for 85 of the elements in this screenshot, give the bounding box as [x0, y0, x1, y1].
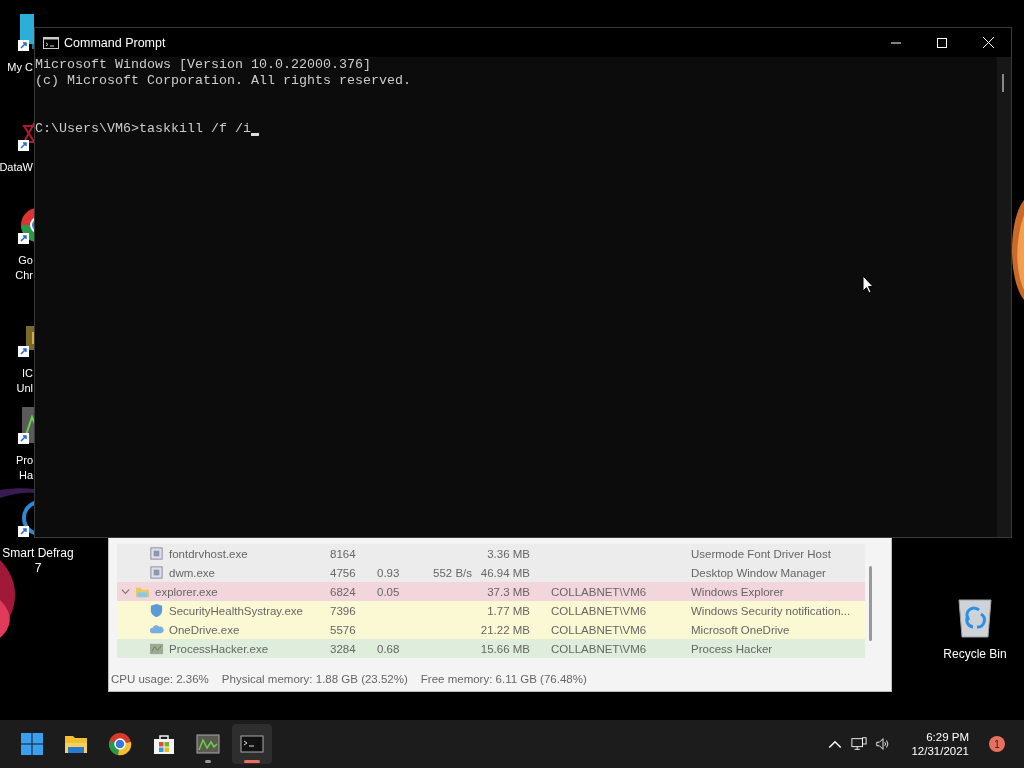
- icon-label: Smart Defrag: [2, 546, 74, 561]
- console-text: Microsoft Windows [Version 10.0.22000.376]: [35, 57, 371, 73]
- icon-label: Unl: [16, 381, 33, 396]
- status-text: CPU usage: 2.36%: [111, 673, 209, 685]
- table-cell: Process Hacker: [691, 642, 773, 655]
- table-cell: OneDrive.exe: [169, 623, 240, 636]
- maximize-icon: [937, 37, 947, 48]
- table-cell: 3284: [330, 642, 356, 655]
- table-cell: Windows Explorer: [691, 585, 784, 598]
- window-icon: [149, 546, 164, 561]
- table-cell: Microsoft OneDrive: [691, 623, 790, 636]
- running-indicator: [205, 760, 211, 763]
- shield-icon: [149, 603, 164, 618]
- icon-label: 7: [34, 561, 42, 576]
- icon-label: DataW: [0, 160, 33, 175]
- console-text: (c) Microsoft Corporation. All rights reserved.: [35, 73, 411, 89]
- status-text: Physical memory: 1.88 GB (23.52%): [221, 673, 408, 685]
- chart-icon: [196, 732, 220, 756]
- table-cell: COLLABNET\VM6: [551, 623, 647, 636]
- table-cell: 0.68: [377, 642, 400, 655]
- table-cell: 1.77 MB: [487, 604, 530, 617]
- table-cell: 5576: [330, 623, 356, 636]
- icon-label: Chr: [15, 268, 33, 283]
- network-icon[interactable]: [851, 736, 868, 752]
- status-text: Free memory: 6.11 GB (76.48%): [420, 673, 587, 685]
- browser-icon: [108, 732, 132, 756]
- process-row[interactable]: fontdrvhost.exe 8164 3.36 MB Usermode Font Driver Host: [117, 544, 865, 563]
- terminal-icon: [240, 732, 264, 756]
- wallpaper-curve: [0, 488, 34, 500]
- table-cell: 21.22 MB: [480, 623, 530, 636]
- recycle-bin-icon[interactable]: [957, 596, 993, 638]
- pointer-icon: [862, 275, 874, 294]
- table-cell: 552 B/s: [433, 566, 472, 579]
- table-cell: 3.36 MB: [487, 547, 530, 560]
- disc-icon[interactable]: [18, 498, 34, 538]
- icon-label: My C: [7, 60, 33, 75]
- table-cell: Windows Security notification...: [691, 604, 851, 617]
- chart-icon: [149, 641, 164, 656]
- table-cell: dwm.exe: [169, 566, 216, 579]
- window-title: Command Prompt: [64, 35, 166, 50]
- shopping-bag-icon: [152, 732, 176, 756]
- process-row[interactable]: ProcessHacker.exe 3284 0.68 15.66 MB COLLABNET\VM6 Process Hacker: [117, 639, 865, 658]
- process-row[interactable]: OneDrive.exe 5576 21.22 MB COLLABNET\VM6 Microsoft OneDrive: [117, 620, 865, 639]
- window-icon: [149, 565, 164, 580]
- process-row[interactable]: explorer.exe 6824 0.05 37.3 MB COLLABNET\VM6 Windows Explorer: [117, 582, 865, 601]
- icon-label: Go: [18, 253, 33, 268]
- close-icon: [982, 37, 994, 48]
- process-row[interactable]: SecurityHealthSystray.exe 7396 1.77 MB COLLABNET\VM6 Windows Security notification...: [117, 601, 865, 620]
- table-cell: Usermode Font Driver Host: [691, 547, 831, 560]
- scrollbar[interactable]: [997, 57, 1011, 537]
- table-cell: Desktop Window Manager: [691, 566, 826, 579]
- icon-label: Recycle Bin: [943, 647, 1007, 661]
- table-cell: COLLABNET\VM6: [551, 604, 647, 617]
- notification-badge[interactable]: 1: [989, 736, 1005, 752]
- table-cell: 0.05: [377, 585, 400, 598]
- table-cell: fontdrvhost.exe: [169, 547, 248, 560]
- table-cell: 46.94 MB: [480, 566, 530, 579]
- icon-label: Pro: [15, 453, 33, 468]
- table-cell: COLLABNET\VM6: [551, 642, 647, 655]
- scrollbar[interactable]: [869, 566, 872, 641]
- text-cursor: [250, 133, 259, 136]
- monitor-icon[interactable]: [18, 12, 34, 52]
- windows-logo-icon: [20, 732, 44, 756]
- table-cell: 15.66 MB: [480, 642, 530, 655]
- table-cell: 4756: [330, 566, 356, 579]
- command-text: taskkill /f /i: [139, 121, 251, 137]
- process-row[interactable]: dwm.exe 4756 0.93 552 B/s 46.94 MB Desktop Window Manager: [117, 563, 865, 582]
- table-cell: ProcessHacker.exe: [169, 642, 269, 655]
- table-cell: explorer.exe: [155, 585, 218, 598]
- table-cell: 6824: [330, 585, 356, 598]
- taskbar-button[interactable]: [232, 724, 272, 764]
- table-cell: 8164: [330, 547, 356, 560]
- prompt-text: C:\Users\VM6>: [35, 121, 139, 137]
- caret-icon[interactable]: [121, 587, 130, 596]
- table-cell: 0.93: [377, 566, 400, 579]
- table-cell: 37.3 MB: [487, 585, 530, 598]
- table-cell: 7396: [330, 604, 356, 617]
- icon-label: Ha: [18, 468, 33, 483]
- table-cell: COLLABNET\VM6: [551, 585, 647, 598]
- clock[interactable]: 6:29 PM 12/31/2021: [899, 731, 973, 757]
- table-cell: SecurityHealthSystray.exe: [169, 604, 303, 617]
- running-indicator: [244, 760, 260, 763]
- terminal-icon: [43, 36, 59, 49]
- icon-label: IC: [22, 366, 33, 381]
- scrollbar-thumb[interactable]: [1002, 74, 1004, 92]
